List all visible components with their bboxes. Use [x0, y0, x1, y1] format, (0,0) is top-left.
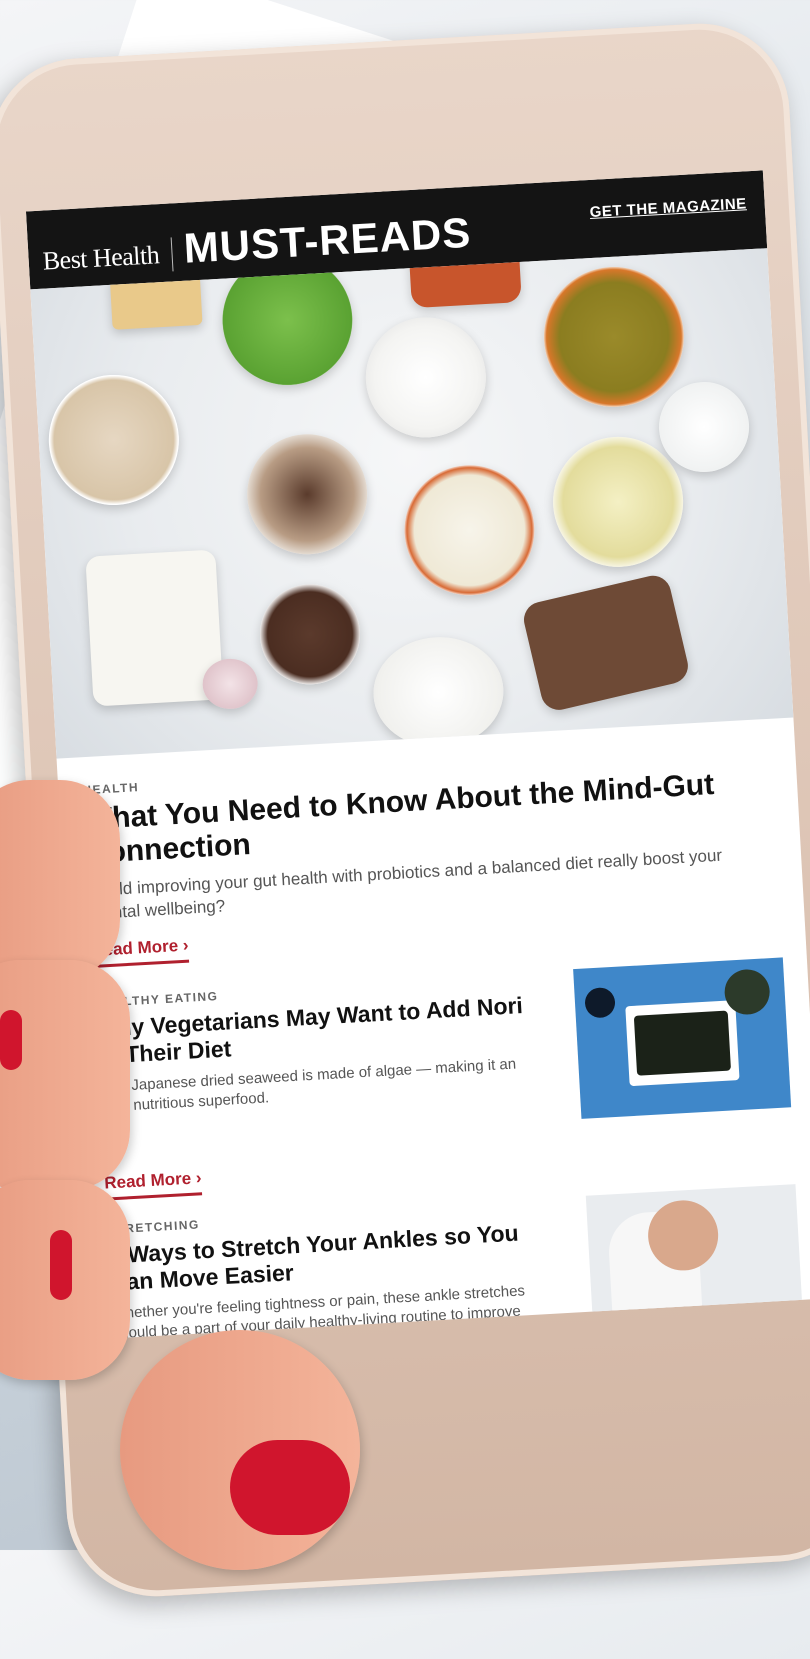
yogurt-glass	[656, 379, 752, 475]
hero-food-photo[interactable]	[30, 248, 794, 759]
cottage-cheese-bowl	[370, 633, 507, 751]
get-magazine-link[interactable]: GET THE MAGAZINE	[589, 195, 747, 221]
garlic-bulb	[201, 657, 260, 711]
pickles-bowl	[540, 263, 688, 411]
article-read-more-link[interactable]: Read More ›	[103, 1168, 203, 1201]
article-text: STRETCHING 5 Ways to Stretch Your Ankles…	[107, 1199, 545, 1339]
yoga-mat	[593, 1315, 804, 1340]
seaweed-plate	[625, 1000, 740, 1087]
smartphone: Best Health MUST-READS GET THE MAGAZINE …	[0, 18, 810, 1602]
section-title: MUST-READS	[182, 208, 473, 272]
soy-bowl	[584, 986, 616, 1019]
stretching-thumbnail[interactable]	[585, 1184, 804, 1340]
nori-sheets	[633, 1010, 732, 1076]
thumbnail-nail	[230, 1440, 350, 1535]
brand-logo[interactable]: Best Health	[41, 237, 174, 279]
fingernail	[50, 1230, 72, 1300]
featured-article: HEALTH What You Need to Know About the M…	[57, 717, 806, 969]
nori-thumbnail[interactable]	[573, 957, 792, 1119]
finger	[0, 780, 120, 980]
fingernail	[0, 1010, 22, 1070]
article-nori: HEALTHY EATING Why Vegetarians May Want …	[70, 956, 810, 1202]
finger	[0, 960, 130, 1190]
phone-screen: Best Health MUST-READS GET THE MAGAZINE …	[25, 170, 810, 1340]
rye-bread	[520, 572, 692, 714]
milk-glass	[362, 314, 490, 441]
oats-bowl	[45, 371, 183, 509]
kombucha-glass	[243, 430, 371, 558]
vinegar-glass	[549, 433, 687, 571]
article-text: HEALTHY EATING Why Vegetarians May Want …	[94, 972, 535, 1201]
article-ankles: STRETCHING 5 Ways to Stretch Your Ankles…	[83, 1183, 810, 1340]
sauerkraut-bowl	[400, 461, 538, 599]
chocolate-bowl	[257, 581, 363, 688]
